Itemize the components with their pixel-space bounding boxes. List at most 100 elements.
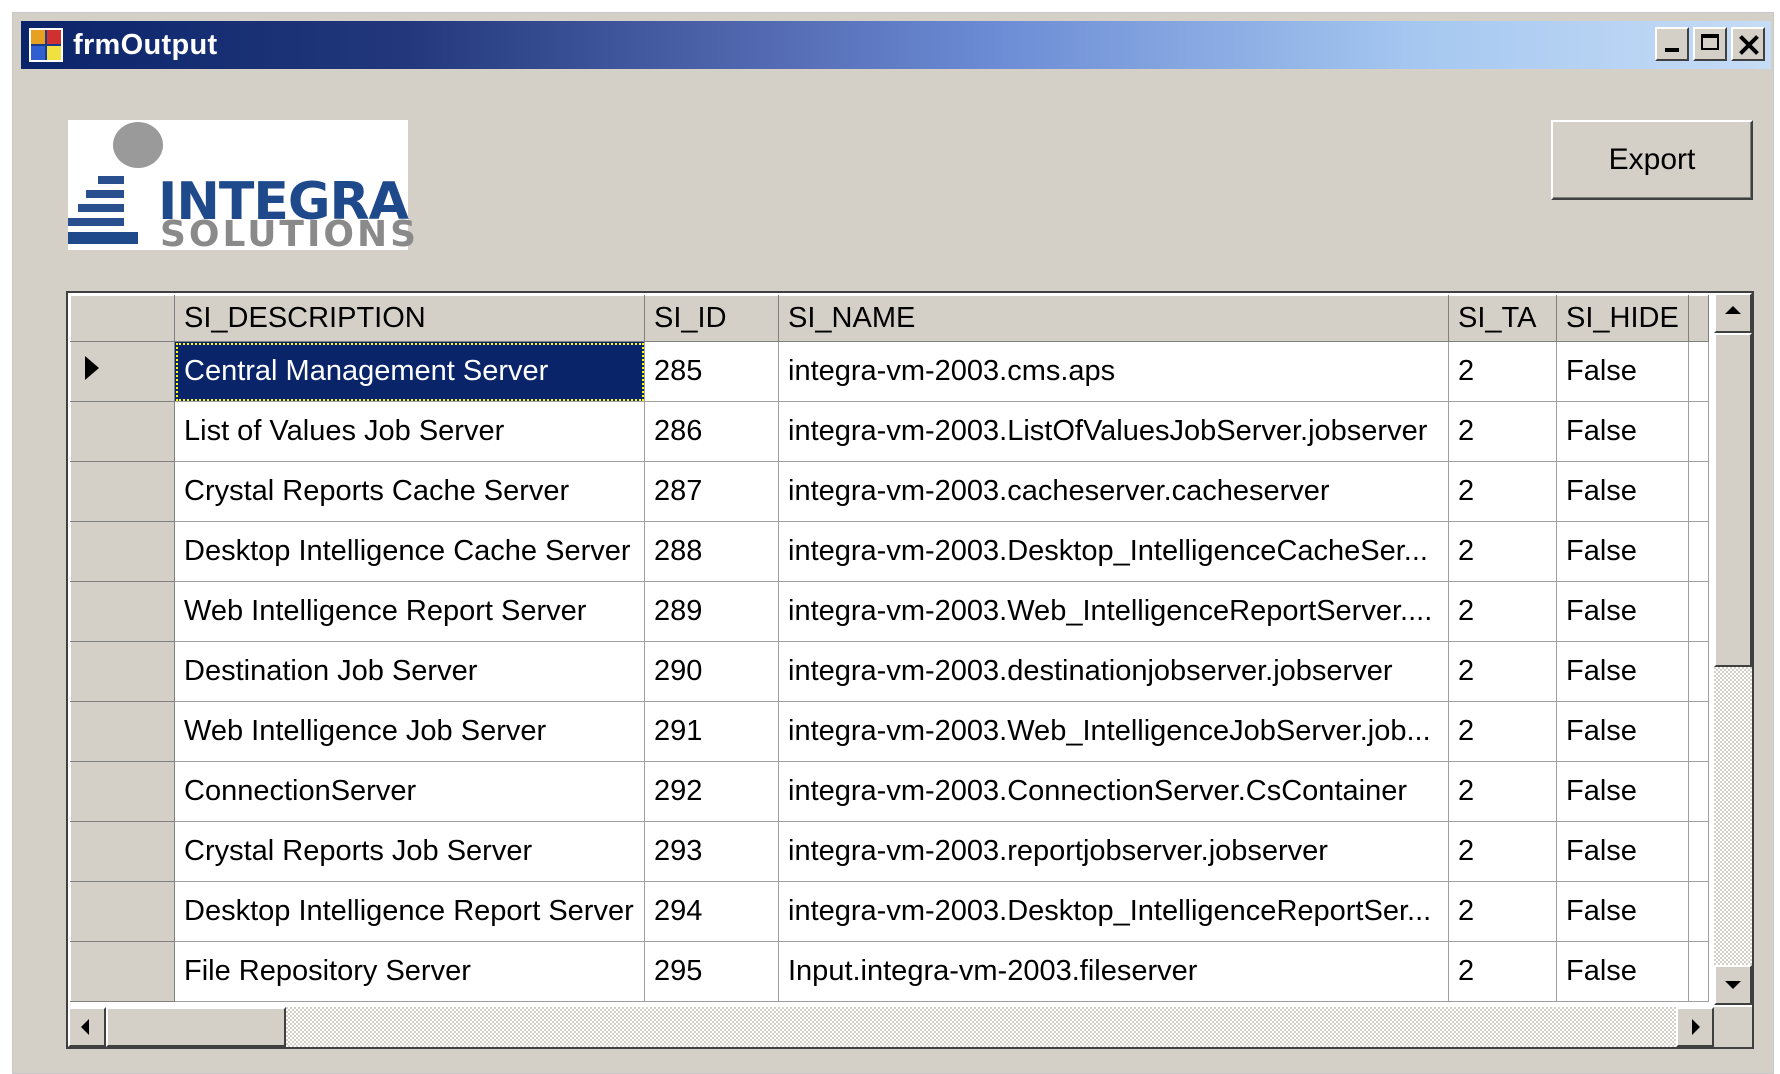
table-row[interactable]: ConnectionServer 292 integra-vm-2003.Conne… bbox=[70, 761, 1709, 822]
cell-si-description[interactable]: ConnectionServer bbox=[174, 761, 645, 822]
table-row[interactable]: Central Management Server 285 integra-vm-2… bbox=[70, 341, 1709, 402]
table-row[interactable]: File Repository Server 295 Input.integra-v… bbox=[70, 941, 1709, 1002]
cell-si-ta[interactable]: 2 bbox=[1448, 881, 1557, 942]
cell-overflow[interactable] bbox=[1688, 581, 1709, 642]
cell-si-description[interactable]: Destination Job Server bbox=[174, 641, 645, 702]
cell-si-description[interactable]: Desktop Intelligence Report Server bbox=[174, 881, 645, 942]
cell-si-id[interactable]: 288 bbox=[644, 521, 779, 582]
table-row[interactable]: Desktop Intelligence Report Server 294 int… bbox=[70, 881, 1709, 942]
maximize-icon[interactable] bbox=[1693, 27, 1727, 61]
cell-si-hide[interactable]: False bbox=[1556, 761, 1689, 822]
table-row[interactable]: Destination Job Server 290 integra-vm-2003… bbox=[70, 641, 1709, 702]
scroll-down-icon[interactable] bbox=[1714, 965, 1752, 1005]
export-button[interactable]: Export bbox=[1551, 120, 1753, 200]
cell-si-id[interactable]: 286 bbox=[644, 401, 779, 462]
cell-si-description[interactable]: List of Values Job Server bbox=[174, 401, 645, 462]
cell-overflow[interactable] bbox=[1688, 881, 1709, 942]
cell-si-id[interactable]: 293 bbox=[644, 821, 779, 882]
row-header[interactable] bbox=[70, 581, 175, 642]
cell-overflow[interactable] bbox=[1688, 461, 1709, 522]
scroll-left-icon[interactable] bbox=[68, 1007, 106, 1047]
row-header[interactable] bbox=[70, 941, 175, 1002]
minimize-icon[interactable] bbox=[1655, 27, 1689, 61]
cell-si-description[interactable]: Desktop Intelligence Cache Server bbox=[174, 521, 645, 582]
cell-si-name[interactable]: Input.integra-vm-2003.fileserver bbox=[778, 941, 1449, 1002]
vertical-scroll-thumb[interactable] bbox=[1714, 333, 1752, 667]
cell-si-description[interactable]: Web Intelligence Job Server bbox=[174, 701, 645, 762]
column-header-si-id[interactable]: SI_ID bbox=[644, 295, 779, 342]
cell-si-description[interactable]: Crystal Reports Cache Server bbox=[174, 461, 645, 522]
scroll-right-icon[interactable] bbox=[1676, 1007, 1714, 1047]
scroll-up-icon[interactable] bbox=[1714, 293, 1752, 333]
cell-si-hide[interactable]: False bbox=[1556, 821, 1689, 882]
cell-si-description[interactable]: Central Management Server bbox=[174, 341, 645, 402]
cell-si-description[interactable]: File Repository Server bbox=[174, 941, 645, 1002]
cell-si-ta[interactable]: 2 bbox=[1448, 461, 1557, 522]
cell-si-ta[interactable]: 2 bbox=[1448, 521, 1557, 582]
cell-si-name[interactable]: integra-vm-2003.Desktop_IntelligenceCach… bbox=[778, 521, 1449, 582]
cell-si-id[interactable]: 290 bbox=[644, 641, 779, 702]
cell-overflow[interactable] bbox=[1688, 641, 1709, 702]
cell-si-description[interactable]: Web Intelligence Report Server bbox=[174, 581, 645, 642]
vertical-scrollbar[interactable] bbox=[1714, 293, 1752, 1005]
cell-si-hide[interactable]: False bbox=[1556, 641, 1689, 702]
title-bar[interactable]: frmOutput bbox=[21, 21, 1771, 69]
cell-si-name[interactable]: integra-vm-2003.ConnectionServer.CsConta… bbox=[778, 761, 1449, 822]
column-header-si-ta[interactable]: SI_TA bbox=[1448, 295, 1557, 342]
cell-si-hide[interactable]: False bbox=[1556, 401, 1689, 462]
row-header[interactable] bbox=[70, 521, 175, 582]
cell-si-ta[interactable]: 2 bbox=[1448, 581, 1557, 642]
cell-si-id[interactable]: 287 bbox=[644, 461, 779, 522]
cell-si-ta[interactable]: 2 bbox=[1448, 701, 1557, 762]
cell-overflow[interactable] bbox=[1688, 401, 1709, 462]
row-header[interactable] bbox=[70, 341, 175, 402]
table-row[interactable]: Crystal Reports Job Server 293 integra-vm-… bbox=[70, 821, 1709, 882]
cell-si-id[interactable]: 285 bbox=[644, 341, 779, 402]
cell-si-name[interactable]: integra-vm-2003.ListOfValuesJobServer.jo… bbox=[778, 401, 1449, 462]
table-row[interactable]: List of Values Job Server 286 integra-vm-2… bbox=[70, 401, 1709, 462]
column-header-si-name[interactable]: SI_NAME bbox=[778, 295, 1449, 342]
cell-overflow[interactable] bbox=[1688, 821, 1709, 882]
cell-overflow[interactable] bbox=[1688, 341, 1709, 402]
horizontal-scrollbar[interactable] bbox=[68, 1007, 1714, 1047]
column-header-si-hide[interactable]: SI_HIDE bbox=[1556, 295, 1689, 342]
cell-si-ta[interactable]: 2 bbox=[1448, 641, 1557, 702]
cell-si-hide[interactable]: False bbox=[1556, 461, 1689, 522]
cell-si-hide[interactable]: False bbox=[1556, 341, 1689, 402]
cell-si-name[interactable]: integra-vm-2003.Desktop_IntelligenceRepo… bbox=[778, 881, 1449, 942]
row-header[interactable] bbox=[70, 401, 175, 462]
cell-si-hide[interactable]: False bbox=[1556, 701, 1689, 762]
cell-si-hide[interactable]: False bbox=[1556, 521, 1689, 582]
cell-si-ta[interactable]: 2 bbox=[1448, 401, 1557, 462]
cell-si-ta[interactable]: 2 bbox=[1448, 761, 1557, 822]
column-header-si-description[interactable]: SI_DESCRIPTION bbox=[174, 295, 645, 342]
form-app-icon[interactable] bbox=[29, 28, 63, 62]
cell-si-ta[interactable]: 2 bbox=[1448, 941, 1557, 1002]
cell-si-name[interactable]: integra-vm-2003.destinationjobserver.job… bbox=[778, 641, 1449, 702]
cell-si-name[interactable]: integra-vm-2003.Web_IntelligenceJobServe… bbox=[778, 701, 1449, 762]
corner-header[interactable] bbox=[70, 295, 175, 342]
cell-si-id[interactable]: 295 bbox=[644, 941, 779, 1002]
cell-overflow[interactable] bbox=[1688, 761, 1709, 822]
horizontal-scroll-thumb[interactable] bbox=[106, 1007, 286, 1047]
close-icon[interactable] bbox=[1731, 27, 1765, 61]
cell-overflow[interactable] bbox=[1688, 701, 1709, 762]
table-row[interactable]: Web Intelligence Report Server 289 integra… bbox=[70, 581, 1709, 642]
table-row[interactable]: Desktop Intelligence Cache Server 288 inte… bbox=[70, 521, 1709, 582]
cell-si-ta[interactable]: 2 bbox=[1448, 821, 1557, 882]
cell-si-hide[interactable]: False bbox=[1556, 941, 1689, 1002]
cell-si-id[interactable]: 291 bbox=[644, 701, 779, 762]
table-row[interactable]: Crystal Reports Cache Server 287 integra-v… bbox=[70, 461, 1709, 522]
output-data-grid[interactable]: SI_DESCRIPTION SI_ID SI_NAME SI_TA SI_HI… bbox=[66, 291, 1754, 1049]
row-header[interactable] bbox=[70, 641, 175, 702]
row-header[interactable] bbox=[70, 761, 175, 822]
cell-si-name[interactable]: integra-vm-2003.cms.aps bbox=[778, 341, 1449, 402]
cell-overflow[interactable] bbox=[1688, 941, 1709, 1002]
cell-si-hide[interactable]: False bbox=[1556, 581, 1689, 642]
row-header[interactable] bbox=[70, 461, 175, 522]
cell-si-description[interactable]: Crystal Reports Job Server bbox=[174, 821, 645, 882]
column-header-next[interactable] bbox=[1688, 295, 1709, 342]
cell-si-id[interactable]: 289 bbox=[644, 581, 779, 642]
row-header[interactable] bbox=[70, 701, 175, 762]
cell-si-name[interactable]: integra-vm-2003.cacheserver.cacheserver bbox=[778, 461, 1449, 522]
